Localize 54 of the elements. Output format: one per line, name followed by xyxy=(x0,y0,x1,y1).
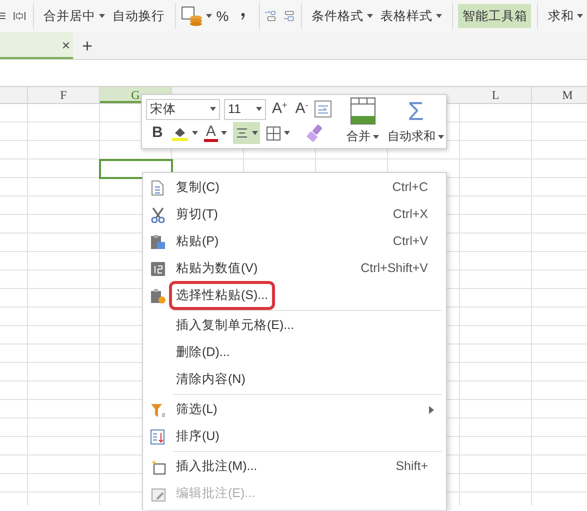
sort-icon xyxy=(150,428,166,444)
shortcut-label: Ctrl+C xyxy=(392,179,428,196)
sum-icon: Σ xyxy=(408,97,424,125)
column-header[interactable]: M xyxy=(532,87,587,103)
merge-cells-icon xyxy=(350,97,376,125)
note-star-icon xyxy=(150,458,166,474)
add-sheet-button[interactable]: + xyxy=(82,36,93,54)
merge-button[interactable]: 合并 xyxy=(346,127,380,145)
wrap-icon xyxy=(314,100,332,118)
font-size-dropdown[interactable]: 11 xyxy=(224,98,266,120)
menu-item: 编辑批注(E)... xyxy=(175,485,256,502)
shortcut-label: Shift+ xyxy=(396,458,428,476)
align-center-icon xyxy=(234,127,249,139)
autosum-button[interactable]: 自动求和 xyxy=(387,127,444,145)
note-edit-icon xyxy=(150,486,166,502)
clipboard-icon xyxy=(150,234,166,250)
menu-item[interactable]: 删除(D)... xyxy=(173,342,233,363)
wrap-text-button[interactable]: 自动换行 xyxy=(108,4,169,28)
paste-values-icon xyxy=(150,260,166,276)
font-dropdown[interactable]: 宋体 xyxy=(146,98,220,120)
menu-item[interactable]: 粘贴为数值(V) xyxy=(173,258,261,279)
copy-icon xyxy=(150,180,166,196)
menu-item[interactable]: 排序(U) xyxy=(173,426,222,447)
grow-font-button[interactable]: A$^{+}$ xyxy=(270,98,290,120)
submenu-arrow-icon xyxy=(429,406,434,414)
close-icon[interactable]: × xyxy=(62,38,70,52)
scissors-icon xyxy=(150,206,166,222)
toolbox-button[interactable]: 智能工具箱 xyxy=(458,4,532,28)
font-color-button[interactable]: A xyxy=(204,124,218,142)
shrink-font-button[interactable]: A$^{-}$ xyxy=(293,98,310,120)
sum-button[interactable]: 求和 xyxy=(544,4,587,28)
shortcut-label: Ctrl+Shift+V xyxy=(360,260,428,278)
conditional-format-button[interactable]: 条件格式 xyxy=(308,4,377,28)
table-style-button[interactable]: 表格样式 xyxy=(376,4,446,28)
merge-center-button[interactable]: 合并居中 xyxy=(40,4,109,28)
menu-item[interactable]: 清除内容(N) xyxy=(173,369,248,390)
menu-item[interactable]: 剪切(T) xyxy=(173,204,221,225)
menu-item[interactable]: 粘贴(P) xyxy=(173,231,222,252)
percent-button[interactable]: % xyxy=(212,2,233,30)
shortcut-label: Ctrl+V xyxy=(392,233,428,250)
clipboard-question-icon xyxy=(150,288,166,304)
column-header[interactable]: L xyxy=(460,87,532,103)
border-icon xyxy=(266,126,281,140)
menu-item[interactable]: 插入批注(M)... xyxy=(173,456,260,477)
menu-item[interactable]: 插入复制单元格(E)... xyxy=(173,315,298,336)
menu-item[interactable]: 复制(C) xyxy=(173,177,222,198)
align-center-button[interactable] xyxy=(232,122,260,144)
menu-item[interactable]: 筛选(L) xyxy=(173,399,220,420)
sheet-tab[interactable]: × xyxy=(0,32,73,59)
currency-icon xyxy=(181,6,204,26)
shortcut-label: Ctrl+X xyxy=(392,206,428,224)
bold-button[interactable]: B xyxy=(150,122,165,144)
format-painter-icon xyxy=(306,124,324,142)
funnel-icon xyxy=(150,402,166,418)
